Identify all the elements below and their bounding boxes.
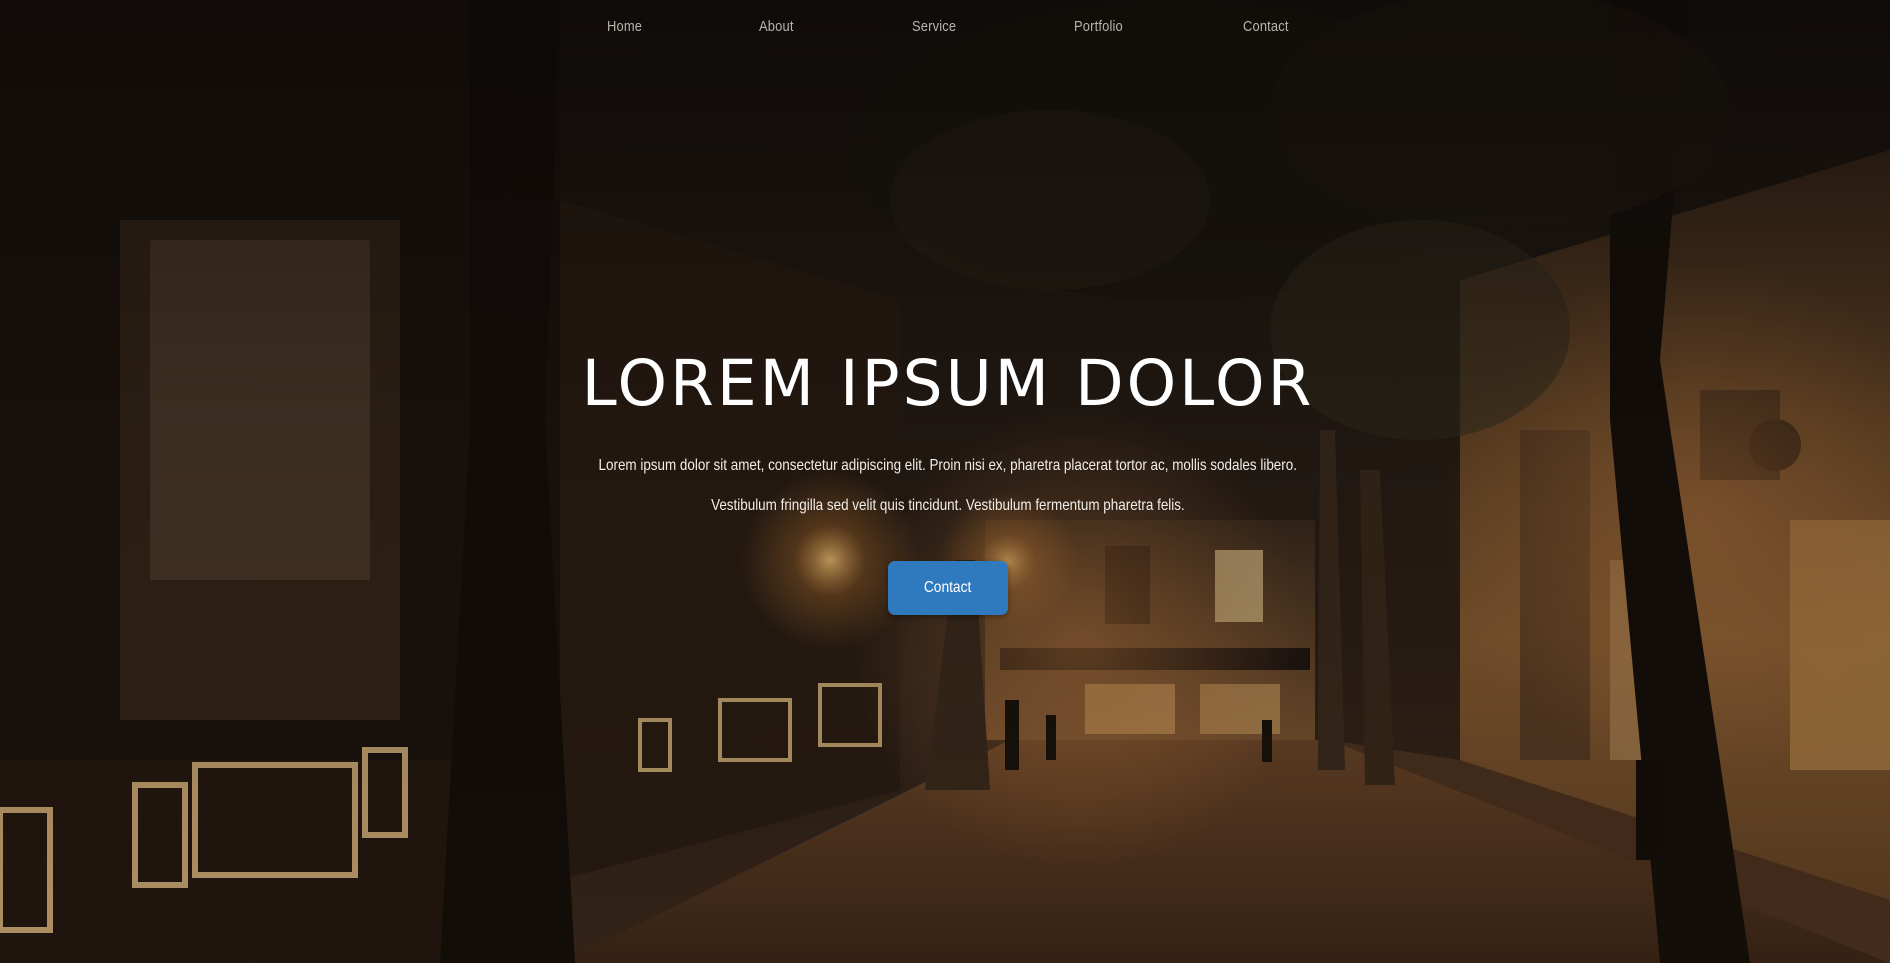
nav-item-service[interactable]: Service bbox=[912, 14, 956, 40]
contact-button[interactable]: Contact bbox=[888, 561, 1008, 615]
hero-description-line2: Vestibulum fringilla sed velit quis tinc… bbox=[0, 494, 1890, 518]
nav-item-home[interactable]: Home bbox=[607, 14, 642, 40]
hero-title: LOREM IPSUM DOLOR bbox=[581, 347, 1315, 420]
nav-item-portfolio[interactable]: Portfolio bbox=[1074, 14, 1123, 40]
hero-description-line2-text: Vestibulum fringilla sed velit quis tinc… bbox=[711, 497, 1185, 514]
hero-description-line1-text: Lorem ipsum dolor sit amet, consectetur … bbox=[598, 457, 1298, 474]
hero-description-line1: Lorem ipsum dolor sit amet, consectetur … bbox=[0, 454, 1890, 478]
contact-button-label: Contact bbox=[924, 579, 972, 596]
dark-overlay bbox=[0, 0, 1890, 963]
nav-item-about[interactable]: About bbox=[759, 14, 794, 40]
top-nav: Home About Service Portfolio Contact bbox=[0, 14, 1890, 40]
hero-section: Home About Service Portfolio Contact LOR… bbox=[0, 0, 1890, 963]
nav-item-contact[interactable]: Contact bbox=[1243, 14, 1289, 40]
